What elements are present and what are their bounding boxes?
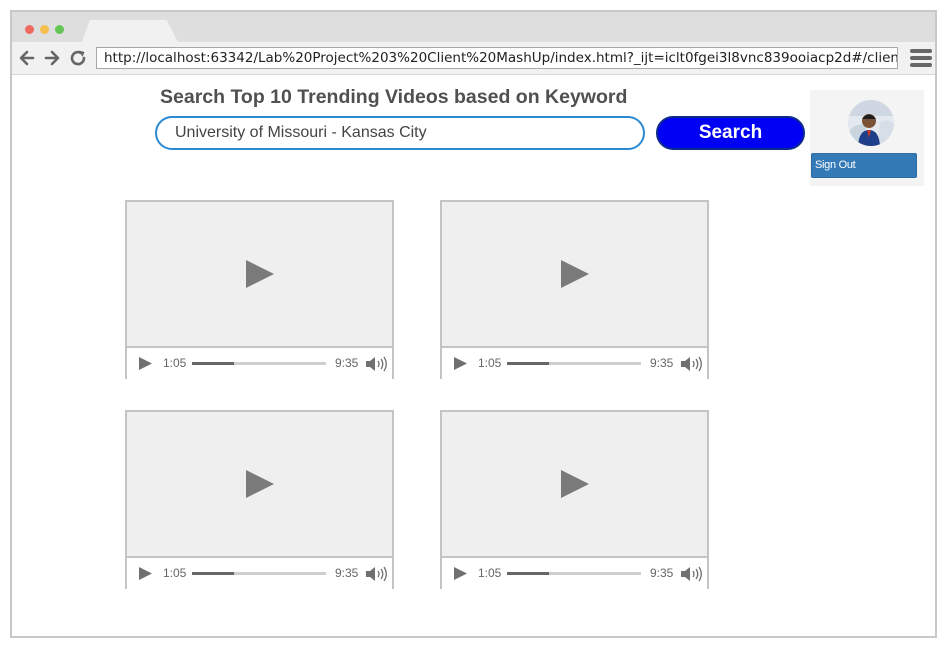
duration: 9:35: [335, 566, 359, 580]
volume-icon[interactable]: [365, 355, 387, 373]
video-controls: 1:05 9:35: [442, 556, 707, 589]
seek-bar[interactable]: [192, 362, 326, 365]
play-icon[interactable]: [137, 566, 153, 581]
browser-titlebar: [12, 12, 935, 42]
video-player[interactable]: 1:05 9:35: [440, 200, 709, 379]
video-player[interactable]: 1:05 9:35: [125, 200, 394, 379]
volume-icon[interactable]: [680, 565, 702, 583]
minimize-window-icon[interactable]: [40, 25, 49, 34]
forward-arrow-icon[interactable]: [42, 48, 62, 68]
browser-navbar: http://localhost:63342/Lab%20Project%203…: [12, 42, 935, 75]
play-icon[interactable]: [560, 468, 590, 500]
seek-progress: [507, 572, 549, 575]
video-player[interactable]: 1:05 9:35: [125, 410, 394, 589]
browser-window: http://localhost:63342/Lab%20Project%203…: [10, 10, 937, 638]
video-controls: 1:05 9:35: [442, 346, 707, 379]
menu-icon[interactable]: [910, 49, 932, 69]
browser-tab[interactable]: [82, 20, 178, 42]
video-screen[interactable]: [127, 412, 392, 556]
video-screen[interactable]: [442, 202, 707, 346]
video-controls: 1:05 9:35: [127, 346, 392, 379]
volume-icon[interactable]: [680, 355, 702, 373]
seek-bar[interactable]: [192, 572, 326, 575]
address-bar[interactable]: http://localhost:63342/Lab%20Project%203…: [96, 47, 898, 69]
reload-icon[interactable]: [68, 48, 88, 68]
back-arrow-icon[interactable]: [17, 48, 37, 68]
sign-out-button[interactable]: Sign Out: [811, 153, 917, 178]
search-input[interactable]: [155, 116, 645, 150]
close-window-icon[interactable]: [25, 25, 34, 34]
seek-progress: [192, 572, 234, 575]
video-screen[interactable]: [127, 202, 392, 346]
volume-icon[interactable]: [365, 565, 387, 583]
profile-panel: Sign Out: [810, 90, 924, 186]
avatar[interactable]: [848, 100, 894, 146]
play-icon[interactable]: [245, 468, 275, 500]
seek-progress: [507, 362, 549, 365]
current-time: 1:05: [163, 566, 187, 580]
play-icon[interactable]: [452, 566, 468, 581]
current-time: 1:05: [478, 356, 502, 370]
duration: 9:35: [335, 356, 359, 370]
play-icon[interactable]: [560, 258, 590, 290]
play-icon[interactable]: [452, 356, 468, 371]
duration: 9:35: [650, 566, 674, 580]
seek-bar[interactable]: [507, 362, 641, 365]
video-controls: 1:05 9:35: [127, 556, 392, 589]
maximize-window-icon[interactable]: [55, 25, 64, 34]
seek-bar[interactable]: [507, 572, 641, 575]
video-player[interactable]: 1:05 9:35: [440, 410, 709, 589]
duration: 9:35: [650, 356, 674, 370]
play-icon[interactable]: [245, 258, 275, 290]
current-time: 1:05: [163, 356, 187, 370]
current-time: 1:05: [478, 566, 502, 580]
seek-progress: [192, 362, 234, 365]
search-button[interactable]: Search: [656, 116, 805, 150]
play-icon[interactable]: [137, 356, 153, 371]
video-screen[interactable]: [442, 412, 707, 556]
page-title: Search Top 10 Trending Videos based on K…: [160, 86, 628, 108]
